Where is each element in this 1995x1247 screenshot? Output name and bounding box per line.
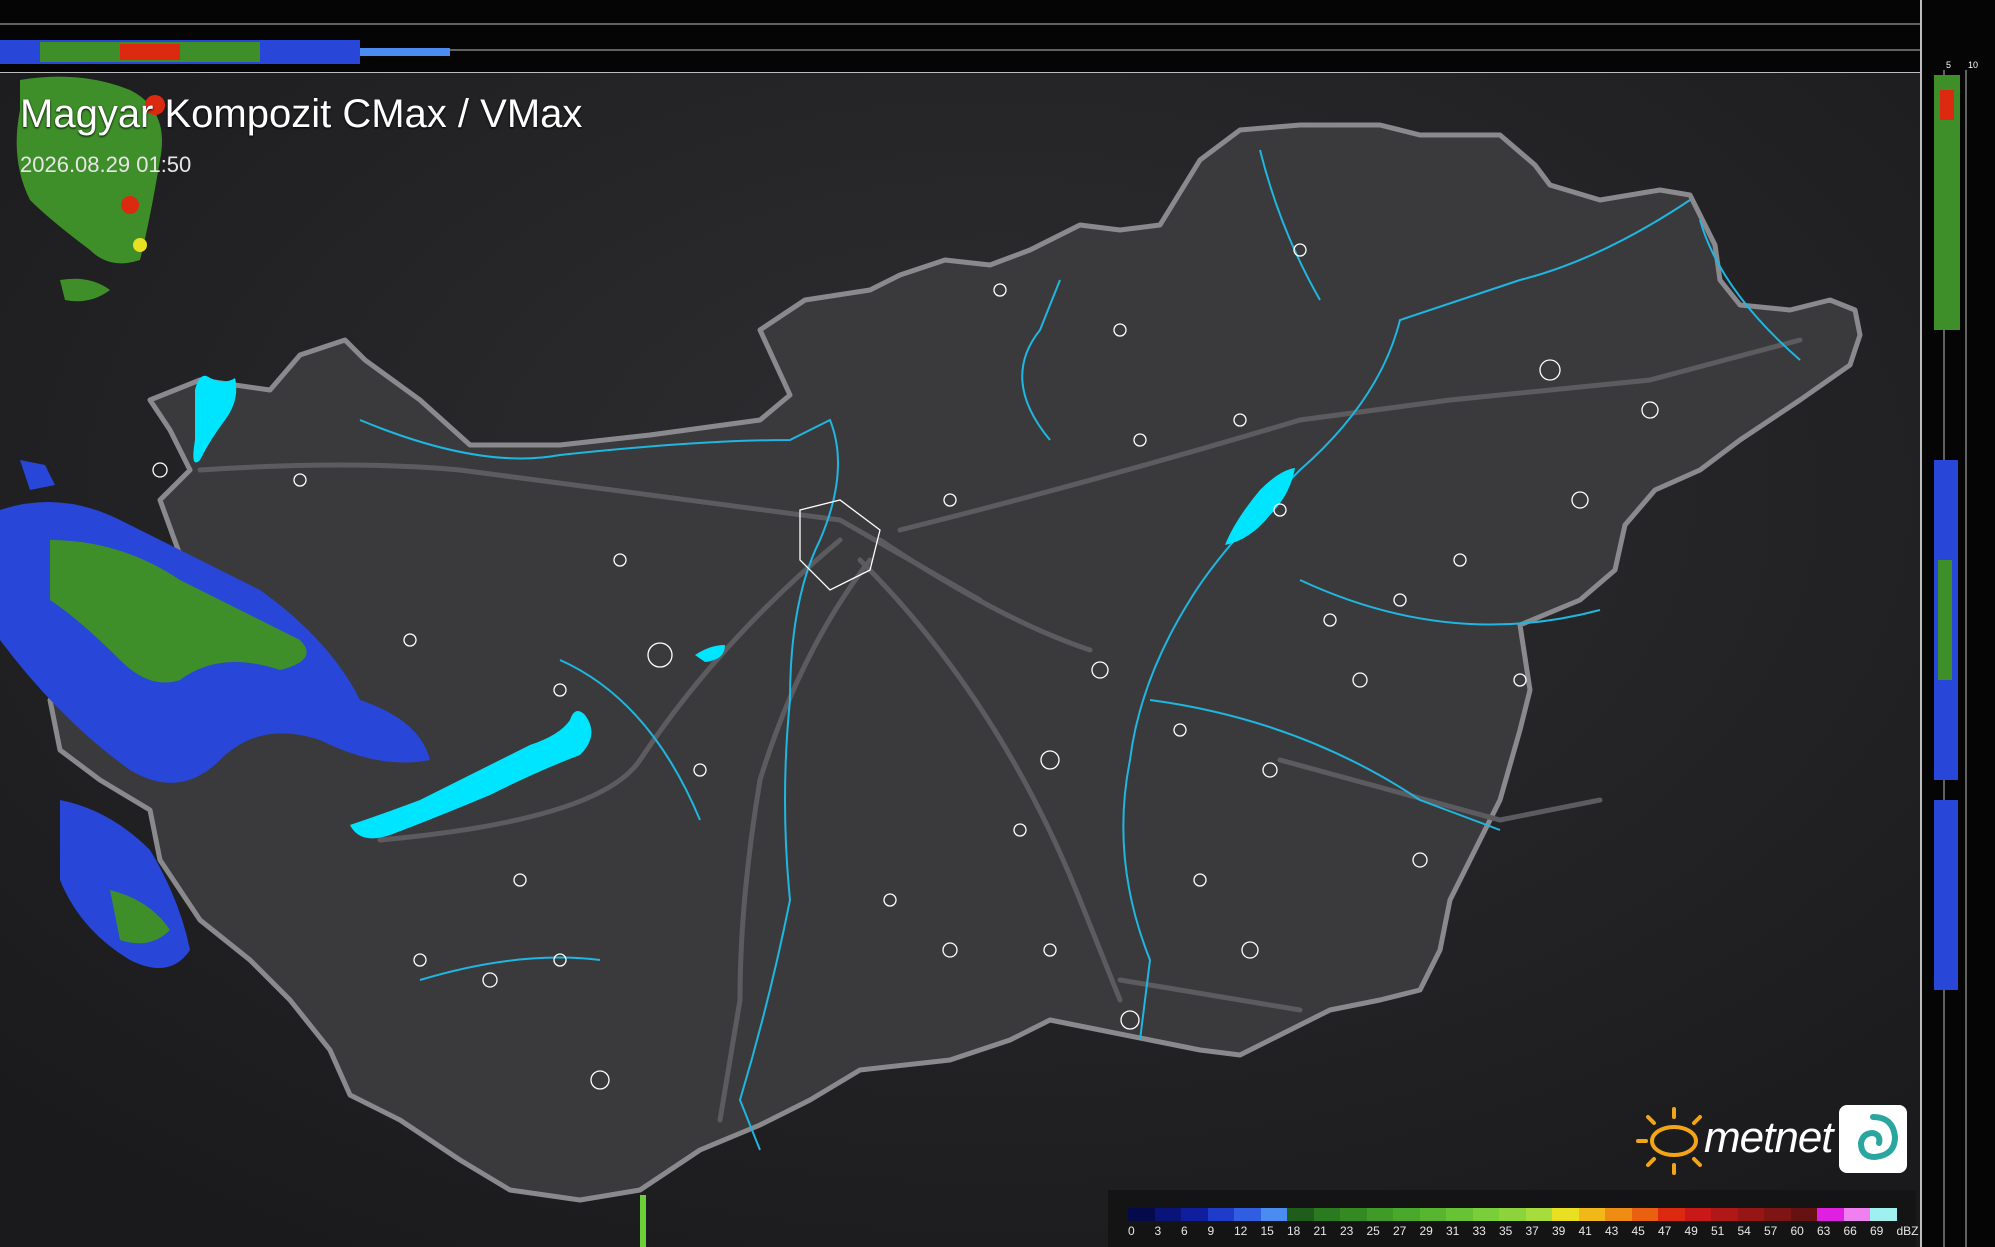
legend-swatch xyxy=(1313,1208,1340,1221)
legend-swatch xyxy=(1843,1208,1870,1221)
legend-value-label: 27 xyxy=(1393,1224,1407,1238)
legend-swatch xyxy=(1419,1208,1446,1221)
sun-icon xyxy=(1636,1107,1702,1175)
profile-strip-side: 5 10 xyxy=(1920,0,1995,1247)
map-timestamp: 2026.08.29 01:50 xyxy=(20,152,192,177)
legend-value-label: 23 xyxy=(1340,1224,1354,1238)
legend-swatch xyxy=(1207,1208,1234,1221)
legend-swatch xyxy=(1340,1208,1367,1221)
legend-swatch xyxy=(1658,1208,1685,1221)
legend-value-label: 31 xyxy=(1446,1224,1460,1238)
legend-swatch xyxy=(1552,1208,1579,1221)
map-title: Magyar Kompozit CMax / VMax xyxy=(20,92,583,136)
profile-side-canvas xyxy=(1934,70,1967,1247)
legend-value-label: 25 xyxy=(1366,1224,1380,1238)
legend-value-label: 63 xyxy=(1817,1224,1831,1238)
legend-value-label: 43 xyxy=(1605,1224,1619,1238)
legend-color-bar xyxy=(1128,1208,1897,1221)
dbz-legend: 0 3 6 9 12 15 18 21 23 25 27 29 31 33 35 37 39 41 43 45 47 49… xyxy=(1108,1190,1919,1247)
legend-value-label: 21 xyxy=(1313,1224,1327,1238)
legend-swatch xyxy=(1260,1208,1287,1221)
legend-swatch xyxy=(1128,1208,1155,1221)
legend-swatch xyxy=(1737,1208,1764,1221)
legend-swatch xyxy=(1684,1208,1711,1221)
legend-swatch xyxy=(1499,1208,1526,1221)
legend-swatch xyxy=(1870,1208,1897,1221)
legend-swatch xyxy=(1366,1208,1393,1221)
legend-value-label: 51 xyxy=(1711,1224,1725,1238)
legend-value-label: 12 xyxy=(1234,1224,1248,1238)
legend-value-label: 15 xyxy=(1260,1224,1274,1238)
profile-top-canvas xyxy=(0,23,1920,64)
legend-value-label: 41 xyxy=(1578,1224,1592,1238)
legend-value-label: 45 xyxy=(1631,1224,1645,1238)
legend-swatch xyxy=(1631,1208,1658,1221)
legend-value-label: 0 xyxy=(1128,1224,1135,1238)
legend-value-label: 3 xyxy=(1154,1224,1162,1238)
legend-swatch xyxy=(1525,1208,1552,1221)
legend-value-label: 29 xyxy=(1419,1224,1433,1238)
legend-value-label: 6 xyxy=(1181,1224,1188,1238)
profile-strip-top: 10 5 xyxy=(0,0,1936,73)
legend-swatch xyxy=(1234,1208,1261,1221)
radar-map: 10 5 5 10 Magyar Kompozit CMax / VMax 20… xyxy=(0,0,1995,1247)
profile-side-label-10: 10 xyxy=(1968,60,1979,70)
legend-swatch xyxy=(1764,1208,1791,1221)
profile-side-label-5: 5 xyxy=(1946,60,1952,70)
legend-swatch xyxy=(1711,1208,1738,1221)
legend-value-label: 37 xyxy=(1525,1224,1539,1238)
legend-value-label: 66 xyxy=(1843,1224,1857,1238)
legend-swatch xyxy=(1446,1208,1473,1221)
brand-logo: metnet xyxy=(1636,1105,1911,1177)
legend-swatch xyxy=(1154,1208,1181,1221)
legend-value-label: 49 xyxy=(1684,1224,1698,1238)
legend-swatch xyxy=(1472,1208,1499,1221)
legend-swatch xyxy=(1181,1208,1208,1221)
legend-value-label: 33 xyxy=(1472,1224,1486,1238)
legend-swatch xyxy=(1817,1208,1844,1221)
legend-swatch xyxy=(1393,1208,1420,1221)
legend-swatch xyxy=(1287,1208,1314,1221)
legend-value-label: 47 xyxy=(1658,1224,1672,1238)
swirl-icon xyxy=(1839,1105,1907,1173)
brand-name: metnet xyxy=(1704,1113,1834,1162)
legend-value-label: 57 xyxy=(1764,1224,1778,1238)
legend-labels: 0 3 6 9 12 15 18 21 23 25 27 29 31 33 35 37 39 41 43 45 47 49… xyxy=(1128,1224,1919,1238)
legend-value-label: 60 xyxy=(1790,1224,1804,1238)
legend-swatch xyxy=(1578,1208,1605,1221)
legend-value-label: 39 xyxy=(1552,1224,1566,1238)
legend-value-label: 18 xyxy=(1287,1224,1301,1238)
legend-unit: dBZ xyxy=(1896,1224,1919,1238)
legend-value-label: 9 xyxy=(1207,1224,1215,1238)
legend-swatch xyxy=(1605,1208,1632,1221)
map-canvas xyxy=(0,0,1995,1247)
legend-value-label: 35 xyxy=(1499,1224,1513,1238)
legend-value-label: 69 xyxy=(1870,1224,1884,1238)
legend-value-label: 54 xyxy=(1737,1224,1751,1238)
legend-swatch xyxy=(1790,1208,1817,1221)
